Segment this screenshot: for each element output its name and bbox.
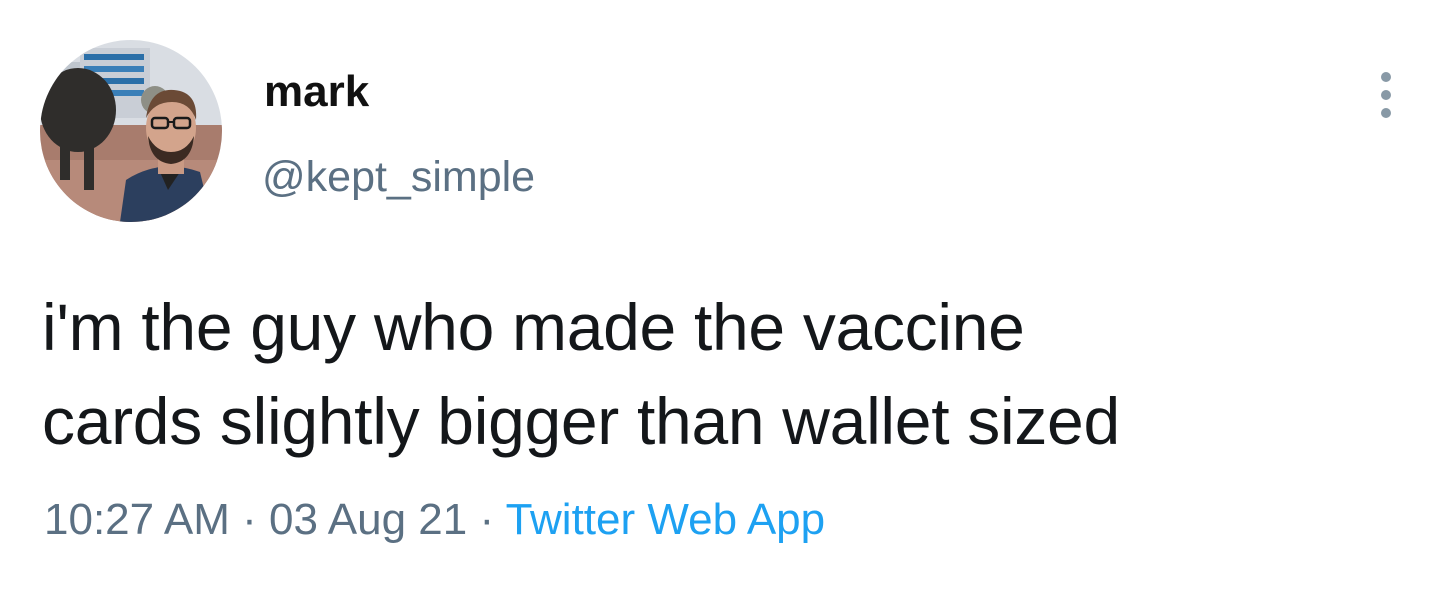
tweet-card: mark @kept_simple i'm the guy who made t… [0, 0, 1456, 589]
avatar[interactable] [40, 40, 222, 222]
display-name[interactable]: mark [264, 66, 369, 118]
meta-separator: · [479, 495, 495, 544]
tweet-text-line: i'm the guy who made the vaccine [42, 290, 1025, 364]
avatar-photo [40, 40, 222, 222]
tweet-text: i'm the guy who made the vaccine cards s… [42, 280, 1422, 468]
more-dot [1381, 72, 1391, 82]
more-dot [1381, 108, 1391, 118]
tweet-date[interactable]: 03 Aug 21 [269, 495, 467, 544]
tweet-meta: 10:27 AM · 03 Aug 21 · Twitter Web App [44, 490, 825, 550]
tweet-time[interactable]: 10:27 AM [44, 495, 230, 544]
more-vertical-icon[interactable] [1368, 68, 1404, 122]
user-handle[interactable]: @kept_simple [262, 151, 535, 203]
tweet-text-line: cards slightly bigger than wallet sized [42, 384, 1120, 458]
tweet-source-link[interactable]: Twitter Web App [506, 495, 826, 544]
meta-separator: · [242, 495, 257, 544]
more-dot [1381, 90, 1391, 100]
